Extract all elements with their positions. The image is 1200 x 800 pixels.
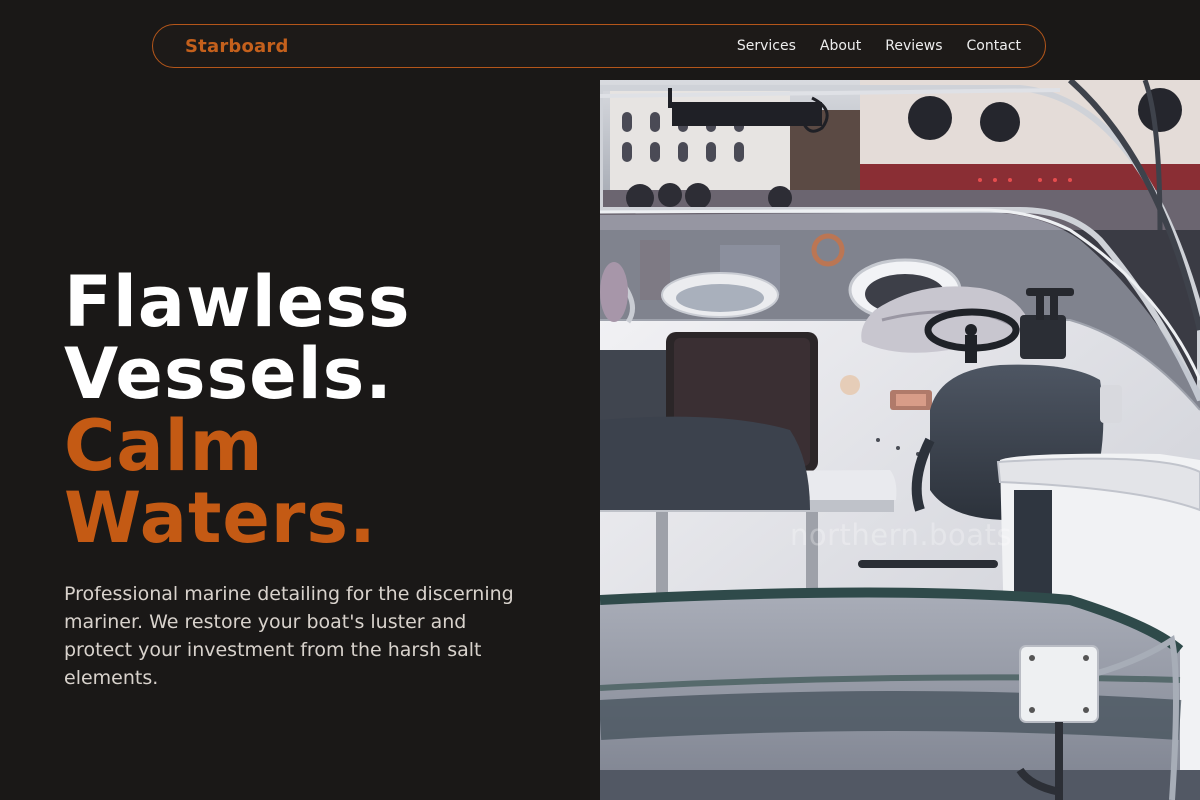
- nav-link-services[interactable]: Services: [737, 38, 796, 54]
- landing-page: Starboard Services About Reviews Contact…: [0, 0, 1200, 800]
- hero-description: Professional marine detailing for the di…: [64, 583, 514, 689]
- hero-headline-line-1: Flawless: [64, 261, 411, 343]
- nav-link-reviews[interactable]: Reviews: [885, 38, 942, 54]
- image-watermark: northern.boats: [790, 518, 1013, 552]
- nav-link-contact[interactable]: Contact: [967, 38, 1021, 54]
- nav-link-about[interactable]: About: [820, 38, 861, 54]
- hero-boat-image: northern.boats: [600, 80, 1200, 800]
- brand-logo[interactable]: Starboard: [185, 36, 289, 57]
- hero-headline-accent-line-1: Calm: [64, 405, 264, 487]
- nav-links: Services About Reviews Contact: [737, 38, 1021, 54]
- top-nav: Starboard Services About Reviews Contact: [152, 24, 1046, 68]
- boat-cockpit-illustration: [600, 80, 1200, 800]
- hero-headline-line-2: Vessels.: [64, 333, 393, 415]
- hero-headline: Flawless Vessels. Calm Waters.: [64, 266, 411, 554]
- hero-headline-accent-line-2: Waters.: [64, 477, 377, 559]
